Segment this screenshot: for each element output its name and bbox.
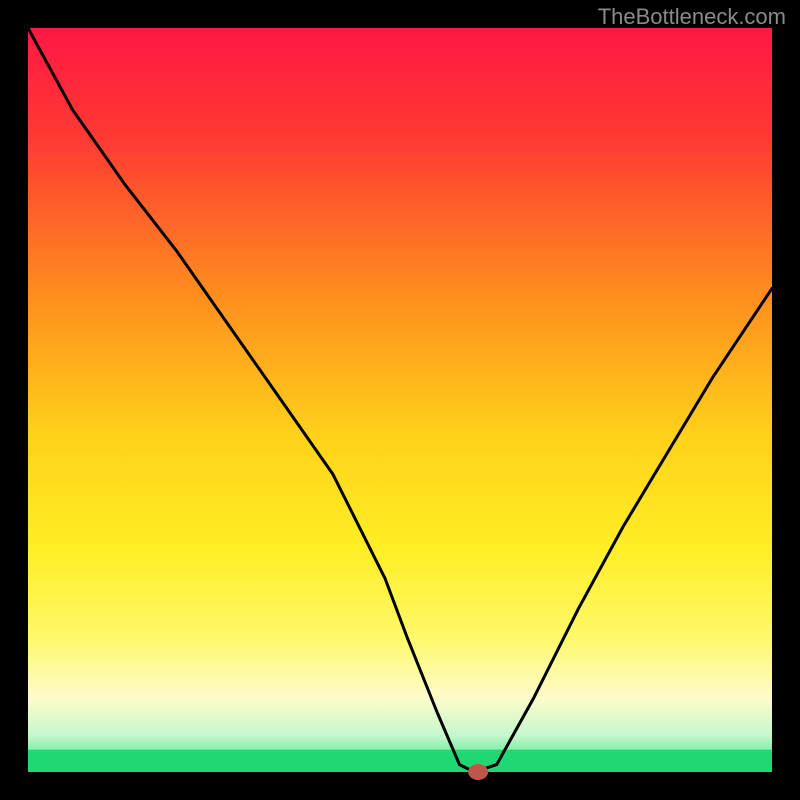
- chart-svg: [0, 0, 800, 800]
- chart-container: TheBottleneck.com: [0, 0, 800, 800]
- bottom-band: [28, 750, 772, 772]
- watermark-text: TheBottleneck.com: [598, 4, 786, 30]
- plot-background: [28, 28, 772, 772]
- optimal-point-marker: [468, 764, 488, 780]
